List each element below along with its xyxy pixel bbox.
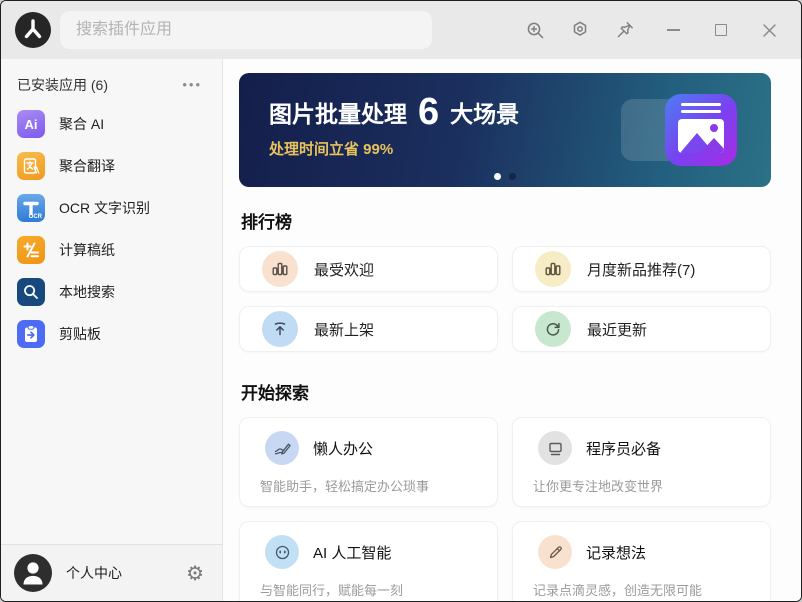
settings-hexagon-icon[interactable] bbox=[570, 20, 590, 40]
profile-bar[interactable]: 个人中心 ⚙ bbox=[1, 544, 222, 601]
refresh-icon bbox=[535, 311, 571, 347]
bar-chart-icon bbox=[262, 251, 298, 287]
local-search-app-icon bbox=[17, 278, 45, 306]
upload-arrow-icon bbox=[262, 311, 298, 347]
carousel-dot[interactable] bbox=[509, 173, 516, 180]
gear-icon[interactable]: ⚙ bbox=[186, 561, 204, 585]
translate-app-icon bbox=[17, 152, 45, 180]
sidebar-item-label: 聚合 AI bbox=[59, 116, 105, 132]
titlebar bbox=[1, 1, 801, 59]
sidebar-item-juhe-ai[interactable]: Ai 聚合 AI bbox=[1, 103, 222, 145]
explore-card-title: AI 人工智能 bbox=[313, 544, 392, 562]
rank-section-heading: 排行榜 bbox=[241, 213, 292, 232]
carousel-dots bbox=[494, 173, 516, 180]
rank-card-monthly-new[interactable]: 月度新品推荐(7) bbox=[512, 246, 771, 292]
rank-card-most-popular[interactable]: 最受欢迎 bbox=[239, 246, 498, 292]
clipboard-app-icon bbox=[17, 320, 45, 348]
explore-card-desc: 与智能同行，赋能每一刻 bbox=[260, 583, 404, 598]
titlebar-actions bbox=[500, 20, 779, 40]
explore-card-ai[interactable]: AI 人工智能 与智能同行，赋能每一刻 bbox=[239, 521, 498, 601]
monitor-icon bbox=[538, 431, 572, 465]
carousel-dot-active[interactable] bbox=[494, 173, 501, 180]
search-input[interactable] bbox=[60, 11, 432, 49]
rank-card-label: 最新上架 bbox=[314, 321, 375, 339]
banner-number: 6 bbox=[418, 91, 440, 133]
explore-card-title: 懒人办公 bbox=[313, 440, 374, 458]
sidebar-item-clipboard[interactable]: 剪贴板 bbox=[1, 313, 222, 355]
close-button[interactable] bbox=[759, 20, 779, 40]
explore-card-desc: 智能助手，轻松搞定办公琐事 bbox=[260, 479, 430, 494]
sidebar-item-ocr[interactable]: OCR OCR 文字识别 bbox=[1, 187, 222, 229]
explore-card-desc: 让你更专注地改变世界 bbox=[533, 479, 664, 494]
sidebar-item-label: 计算稿纸 bbox=[59, 242, 115, 258]
explore-section-heading: 开始探索 bbox=[241, 384, 309, 403]
explore-card-lazy-office[interactable]: 懒人办公 智能助手，轻松搞定办公琐事 bbox=[239, 417, 498, 507]
more-options-icon[interactable]: ••• bbox=[182, 78, 202, 91]
bar-chart-icon bbox=[535, 251, 571, 287]
pin-icon[interactable] bbox=[615, 20, 635, 40]
avatar bbox=[14, 554, 52, 592]
installed-apps-label: 已安装应用 (6) bbox=[17, 77, 108, 93]
profile-label: 个人中心 bbox=[66, 565, 122, 581]
explore-card-programmer[interactable]: 程序员必备 让你更专注地改变世界 bbox=[512, 417, 771, 507]
sidebar-item-juhe-fanyi[interactable]: 聚合翻译 bbox=[1, 145, 222, 187]
promo-banner[interactable]: 图片批量处理 6 大场景 处理时间立省 99% bbox=[239, 73, 771, 187]
rank-card-label: 最受欢迎 bbox=[314, 261, 375, 279]
minimize-button[interactable] bbox=[663, 20, 683, 40]
sidebar-item-label: 本地搜索 bbox=[59, 284, 115, 300]
rank-card-grid: 最受欢迎 月度新品推荐(7) 最新上架 最近更新 bbox=[239, 246, 771, 352]
main-content: 图片批量处理 6 大场景 处理时间立省 99% 排行榜 最受欢迎 月度新品推荐(… bbox=[223, 59, 801, 601]
sidebar-item-local-search[interactable]: 本地搜索 bbox=[1, 271, 222, 313]
sidebar-item-label: 剪贴板 bbox=[59, 326, 101, 342]
sidebar: 已安装应用 (6) ••• Ai 聚合 AI 聚合翻译 OCR OCR 文字识别… bbox=[1, 59, 223, 601]
explore-card-grid: 懒人办公 智能助手，轻松搞定办公琐事 程序员必备 让你更专注地改变世界 AI 人… bbox=[239, 417, 771, 601]
rank-card-recently-updated[interactable]: 最近更新 bbox=[512, 306, 771, 352]
explore-card-title: 记录想法 bbox=[586, 544, 647, 562]
app-window: 已安装应用 (6) ••• Ai 聚合 AI 聚合翻译 bbox=[0, 0, 802, 602]
sidebar-item-label: 聚合翻译 bbox=[59, 158, 115, 174]
robot-face-icon bbox=[265, 535, 299, 569]
rank-card-label: 月度新品推荐(7) bbox=[587, 261, 696, 279]
app-logo-icon bbox=[15, 12, 51, 48]
maximize-button[interactable] bbox=[711, 20, 731, 40]
explore-card-desc: 记录点滴灵感，创造无限可能 bbox=[533, 583, 703, 598]
calculator-app-icon bbox=[17, 236, 45, 264]
ocr-app-icon: OCR bbox=[17, 194, 45, 222]
sidebar-item-label: OCR 文字识别 bbox=[59, 200, 150, 216]
ai-app-icon: Ai bbox=[17, 110, 45, 138]
explore-card-title: 程序员必备 bbox=[586, 440, 662, 458]
sidebar-item-jisuan-gaozhi[interactable]: 计算稿纸 bbox=[1, 229, 222, 271]
pen-signature-icon bbox=[265, 431, 299, 465]
zoom-in-icon[interactable] bbox=[525, 20, 545, 40]
image-batch-icon bbox=[665, 94, 737, 166]
rank-card-label: 最近更新 bbox=[587, 321, 648, 339]
pencil-icon bbox=[538, 535, 572, 569]
rank-card-newly-listed[interactable]: 最新上架 bbox=[239, 306, 498, 352]
explore-card-ideas[interactable]: 记录想法 记录点滴灵感，创造无限可能 bbox=[512, 521, 771, 601]
